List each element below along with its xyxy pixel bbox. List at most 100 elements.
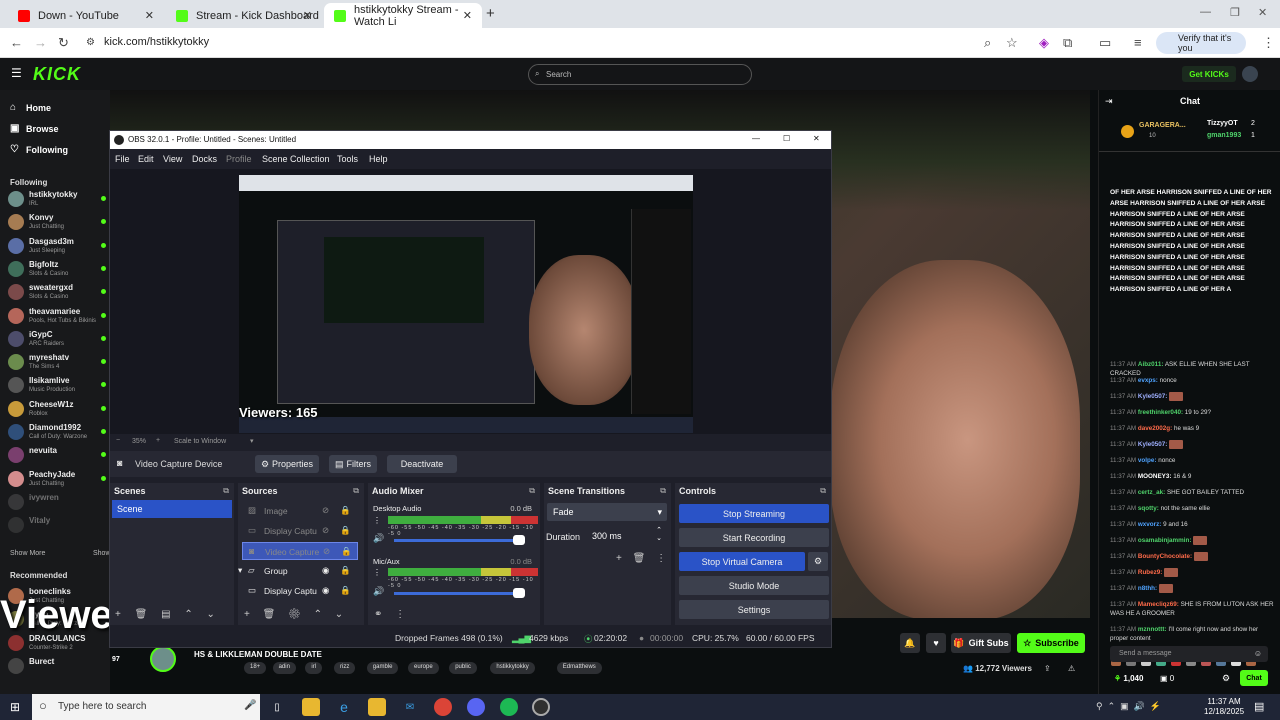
lock-icon[interactable]: 🔒 (340, 525, 351, 536)
verify-button[interactable]: Verify that it's you (1156, 32, 1246, 54)
new-tab-button[interactable]: + (486, 5, 495, 22)
spotify-icon[interactable] (500, 698, 518, 716)
close-tab-icon[interactable]: ✕ (145, 9, 154, 22)
stream-tag[interactable]: rizz (334, 662, 356, 674)
speaker-icon[interactable]: 🔊 (373, 586, 384, 597)
report-icon[interactable]: ⚠ (1068, 664, 1075, 673)
edge-icon[interactable]: e (335, 698, 353, 716)
dock-undock-icon[interactable]: ⧉ (353, 486, 359, 496)
gift-subs-button[interactable]: 🎁 Gift Subs (951, 633, 1011, 653)
obs-maximize-icon[interactable]: ☐ (783, 134, 790, 143)
following-channel[interactable]: Ilsikamlive Music Production (8, 374, 108, 396)
gear-icon[interactable]: ⚙ (288, 609, 301, 620)
studio-mode-button[interactable]: Studio Mode (679, 576, 829, 595)
chat-username[interactable]: wxvorz: (1138, 521, 1161, 528)
chat-username[interactable]: volpe: (1138, 457, 1157, 464)
dock-undock-icon[interactable]: ⧉ (660, 486, 666, 496)
streamer-avatar[interactable] (150, 646, 176, 672)
slider-handle[interactable] (513, 535, 525, 545)
url-field[interactable]: kick.com/hstikkytokky (104, 36, 209, 48)
windows-start-icon[interactable]: ⊞ (10, 700, 20, 714)
dock-undock-icon[interactable]: ⧉ (820, 486, 826, 496)
following-channel[interactable]: Vitaly (8, 514, 108, 536)
add-icon[interactable]: + (244, 609, 250, 620)
link-icon[interactable]: ⚭ (374, 609, 382, 620)
minimize-icon[interactable]: — (1200, 6, 1211, 18)
add-icon[interactable]: + (115, 609, 121, 620)
search-input[interactable]: ⌕ Search (528, 64, 752, 85)
zoom-out-icon[interactable]: − (116, 437, 120, 444)
move-down-icon[interactable]: ⌄ (335, 609, 343, 620)
following-channel[interactable]: Dasgasd3m Just Sleeping (8, 235, 108, 257)
settings-icon[interactable]: ⚙ (1222, 673, 1230, 684)
lock-icon[interactable]: 🔒 (341, 546, 352, 557)
task-view-icon[interactable]: ▯ (268, 698, 286, 716)
avatar[interactable] (1242, 66, 1258, 82)
file-explorer-icon[interactable] (302, 698, 320, 716)
menu-edit[interactable]: Edit (138, 154, 154, 164)
close-window-icon[interactable]: ✕ (1258, 6, 1267, 19)
following-channel[interactable]: Konvy Just Chatting (8, 211, 108, 233)
following-channel[interactable]: sweatergxd Slots & Casino (8, 281, 108, 303)
lock-icon[interactable]: 🔒 (340, 585, 351, 596)
zoom-in-icon[interactable]: + (156, 437, 160, 444)
transition-select[interactable]: Fade ▾ (547, 503, 667, 521)
trash-icon[interactable]: 🗑 (263, 609, 276, 620)
back-icon[interactable]: ← (10, 35, 23, 50)
store-icon[interactable] (368, 698, 386, 716)
duration-spinbox[interactable]: 300 ms ⌃ ⌄ (588, 527, 666, 545)
chat-username[interactable]: Kyle0507: (1138, 441, 1167, 448)
follow-heart-button[interactable]: ♥ (926, 633, 946, 653)
following-channel[interactable]: CheeseW1z Roblox (8, 398, 108, 420)
stream-tag[interactable]: hstikkytokky (490, 662, 535, 674)
trash-icon[interactable]: 🗑 (135, 609, 148, 620)
virtual-camera-settings-button[interactable]: ⚙ (808, 552, 828, 571)
dock-undock-icon[interactable]: ⧉ (223, 486, 229, 496)
kebab-icon[interactable]: ⋮ (395, 609, 405, 620)
chat-username[interactable]: Rubez9: (1138, 569, 1163, 576)
chat-username[interactable]: osamabinjammin: (1138, 537, 1192, 544)
menu-help[interactable]: Help (369, 154, 388, 164)
lock-icon[interactable]: 🔒 (340, 505, 351, 516)
trash-icon[interactable]: 🗑 (633, 553, 646, 564)
subscribe-button[interactable]: ☆ Subscribe (1017, 633, 1085, 653)
stop-virtual-camera-button[interactable]: Stop Virtual Camera (679, 552, 805, 571)
menu-kebab-icon[interactable]: ⋮ (1262, 35, 1275, 51)
microphone-icon[interactable]: 🎤 (244, 700, 256, 711)
following-channel[interactable]: myreshatv The Sims 4 (8, 351, 108, 373)
slider-handle[interactable] (513, 588, 525, 598)
extensions-icon[interactable]: ⧉ (1063, 35, 1072, 51)
taskbar-search[interactable]: ○ Type here to search 🎤 (32, 694, 260, 720)
obs-close-icon[interactable]: ✕ (813, 134, 820, 143)
mail-icon[interactable]: ✉ (401, 698, 419, 716)
following-channel[interactable]: nevuita (8, 444, 108, 466)
chat-username[interactable]: dave2002g: (1138, 425, 1172, 432)
cast-icon[interactable]: ▭ (1099, 35, 1111, 51)
channel-points[interactable]: ⚘ 1,040 (1114, 674, 1143, 683)
add-icon[interactable]: + (616, 553, 622, 564)
source-item-group[interactable]: ▾ ▱ Group ◉ 🔒 (238, 562, 358, 580)
hidden-eye-icon[interactable]: ⊘ (322, 525, 329, 536)
kebab-icon[interactable]: ⋮ (373, 568, 381, 577)
stream-tag[interactable]: Edmatthews (556, 662, 602, 674)
extension-shield-icon[interactable]: ◈ (1039, 35, 1049, 51)
stream-tag[interactable]: gamble (366, 662, 399, 674)
tab-youtube[interactable]: Down - YouTube ✕ (8, 3, 164, 28)
menu-profile[interactable]: Profile (226, 154, 252, 164)
stream-tag[interactable]: 18+ (244, 662, 267, 674)
chat-username[interactable]: BountyChocolate: (1138, 553, 1192, 560)
stream-tag[interactable]: adin (272, 662, 296, 674)
following-channel[interactable]: ivywren (8, 491, 108, 513)
show-more-button[interactable]: Show More (10, 550, 45, 557)
following-channel[interactable]: Bigfoltz Slots & Casino (8, 258, 108, 280)
source-item-display-capture-2[interactable]: ▭ Display Captu ◉ 🔒 (242, 582, 358, 600)
maximize-icon[interactable]: ❐ (1230, 6, 1240, 19)
hamburger-icon[interactable]: ☰ (11, 66, 22, 80)
get-kicks-button[interactable]: Get KICKs (1182, 66, 1236, 82)
kick-logo[interactable]: KICK (33, 64, 81, 85)
share-icon[interactable]: ⇪ (1044, 664, 1051, 673)
kebab-icon[interactable]: ⋮ (373, 516, 381, 525)
following-channel[interactable]: Diamond1992 Call of Duty: Warzone (8, 421, 108, 443)
start-recording-button[interactable]: Start Recording (679, 528, 829, 547)
chevron-down-icon[interactable]: ▾ (238, 565, 242, 576)
